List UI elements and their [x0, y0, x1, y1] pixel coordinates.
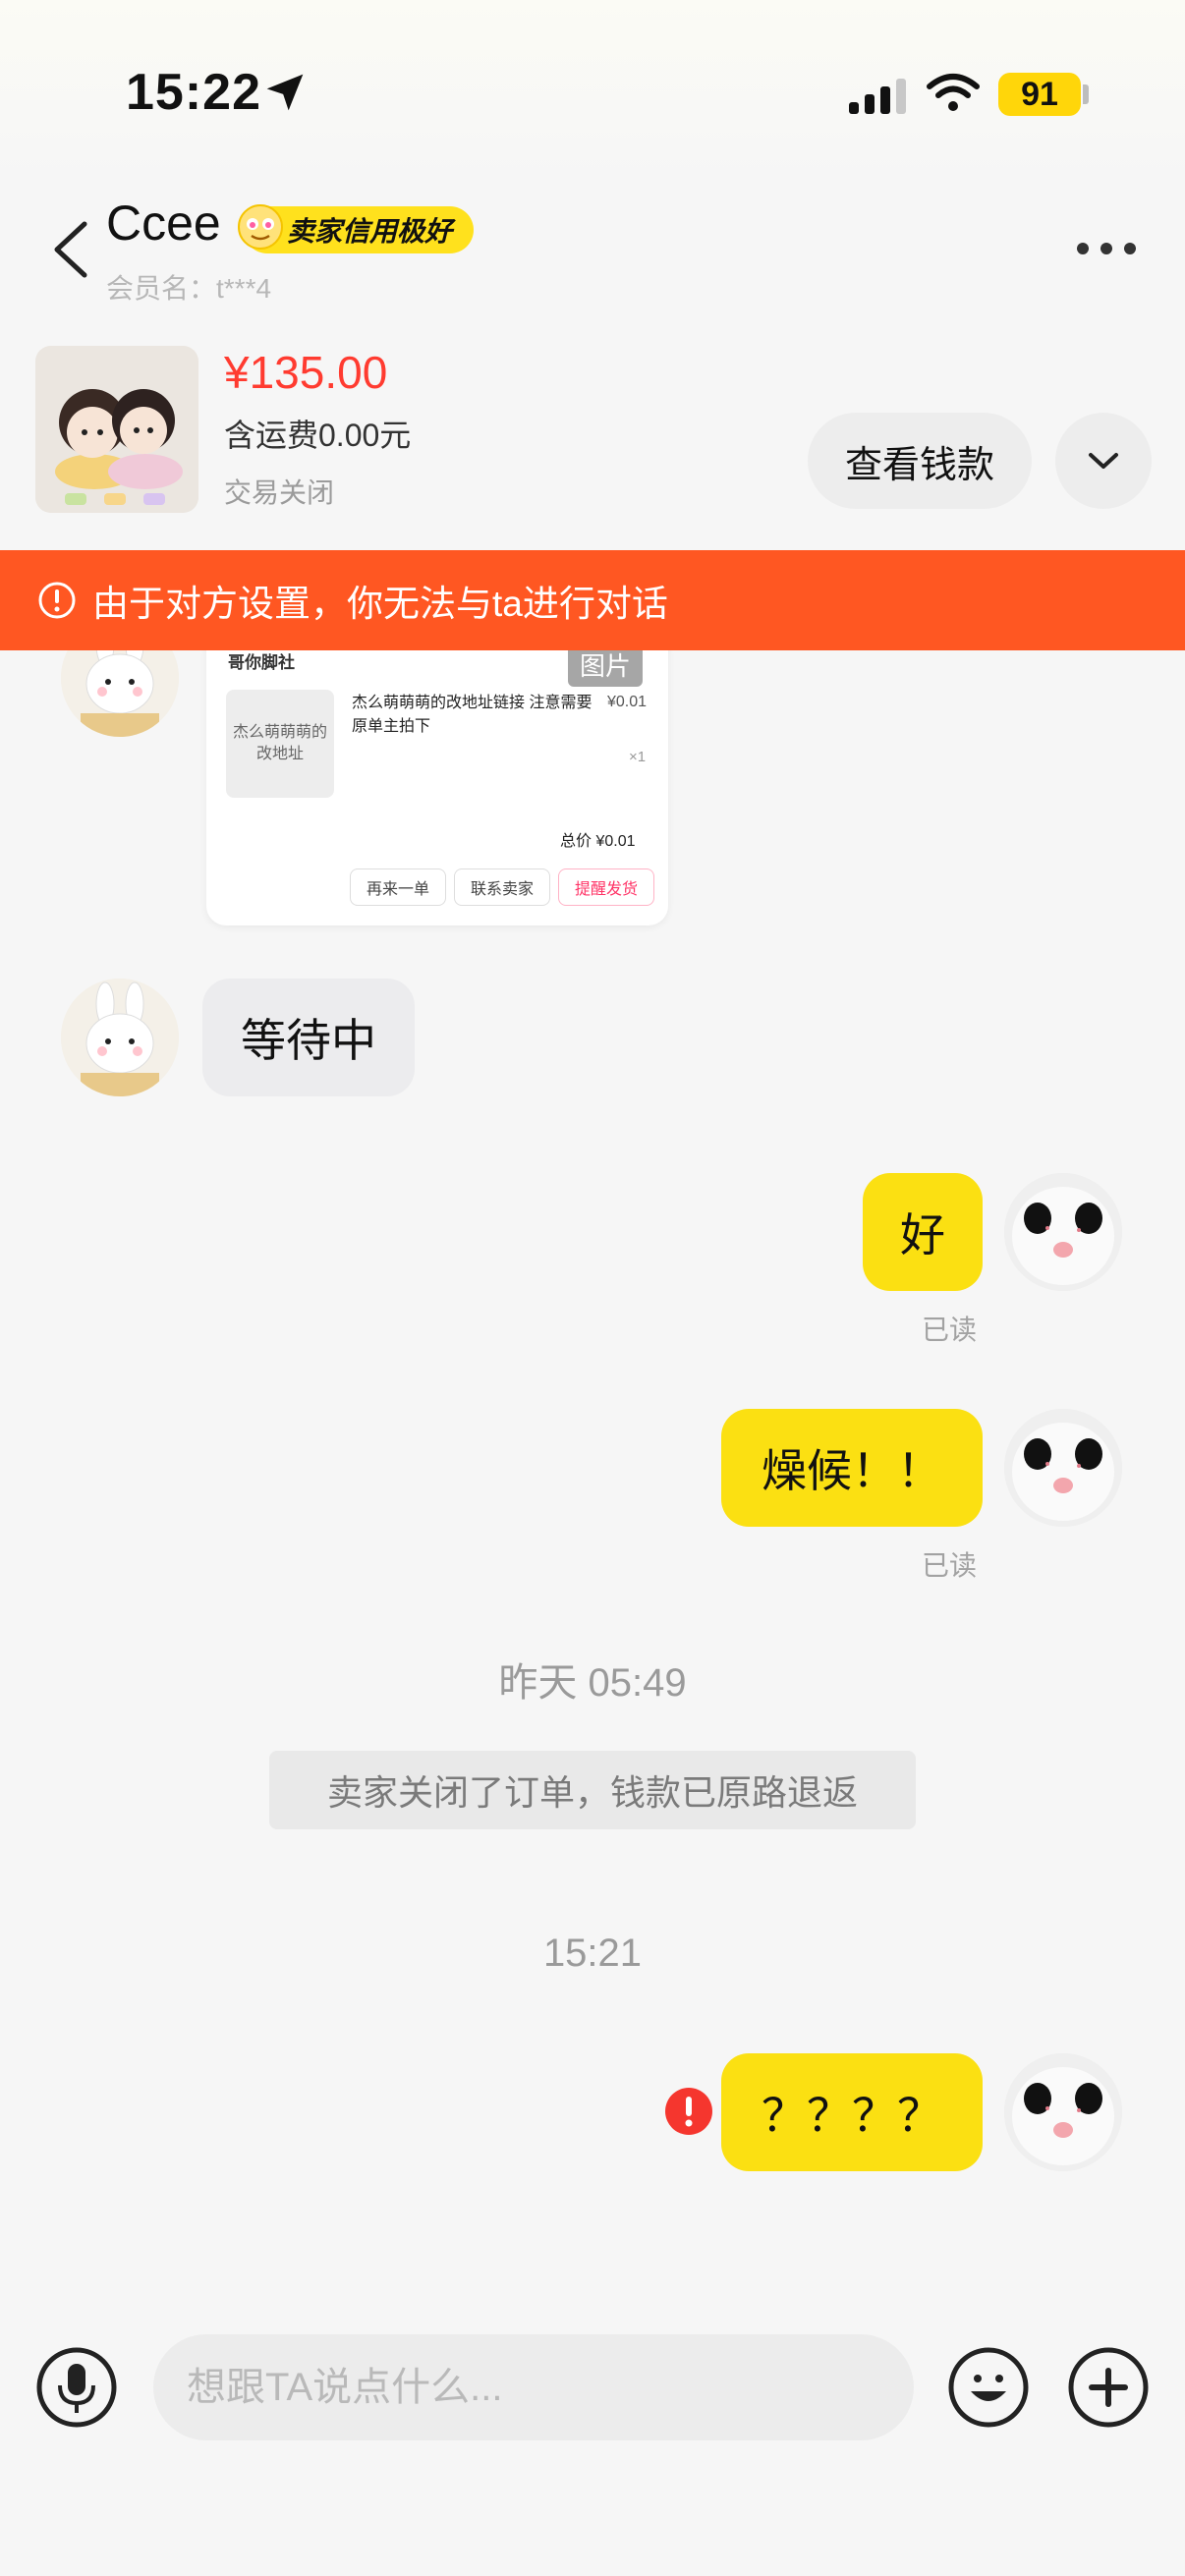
shared-shop-name: 哥你脚社: [228, 653, 295, 672]
credit-badge-label: 卖家信用极好: [287, 216, 453, 247]
shared-reorder-button: 再来一单: [350, 868, 446, 906]
battery-nub: [1083, 84, 1089, 104]
view-money-button[interactable]: 查看钱款: [808, 413, 1032, 509]
alert-circle-icon: [38, 582, 76, 619]
outgoing-message-bubble[interactable]: 好: [863, 1173, 983, 1291]
my-avatar[interactable]: [1004, 1173, 1122, 1291]
chevron-down-icon: [1089, 453, 1118, 469]
read-receipt: 已读: [922, 1315, 978, 1345]
shared-item-thumb: 杰么萌萌萌的改地址: [226, 690, 334, 798]
timestamp: 15:21: [542, 1932, 643, 1975]
read-receipt: 已读: [922, 1550, 978, 1581]
location-arrow-icon: [266, 74, 304, 111]
cat-avatar-image: [1004, 1409, 1122, 1527]
back-button[interactable]: [47, 218, 94, 281]
wifi-icon: [927, 74, 980, 111]
contact-name[interactable]: Ccee: [106, 195, 221, 252]
incoming-message-bubble[interactable]: 等待中: [202, 979, 415, 1096]
member-name: 会员名：t***4: [106, 273, 272, 304]
outgoing-message-bubble[interactable]: 燥候！！: [721, 1409, 983, 1527]
shared-order-screenshot[interactable]: 哥你脚社 图片 杰么萌萌萌的改地址 杰么萌萌萌的改地址链接 注意需要原单主拍下 …: [206, 629, 668, 925]
plush-dolls-image: [35, 346, 198, 513]
smile-emoji-icon: [238, 204, 283, 250]
outgoing-message-bubble[interactable]: ？？？？: [721, 2053, 983, 2171]
cat-avatar-image: [1004, 1173, 1122, 1291]
status-time: 15:22: [126, 64, 261, 121]
add-attachment-button[interactable]: [1067, 2346, 1150, 2429]
cat-avatar-image: [1004, 2053, 1122, 2171]
shared-total: 总价 ¥0.01: [560, 833, 636, 850]
emoji-button[interactable]: [947, 2346, 1030, 2429]
voice-input-button[interactable]: [35, 2346, 118, 2429]
product-price: ¥135.00: [224, 347, 388, 398]
system-message: 卖家关闭了订单，钱款已原路退返: [269, 1751, 916, 1829]
my-avatar[interactable]: [1004, 2053, 1122, 2171]
product-image[interactable]: [35, 346, 198, 513]
order-status: 交易关闭: [224, 477, 335, 508]
message-input[interactable]: [153, 2334, 914, 2440]
my-avatar[interactable]: [1004, 1409, 1122, 1527]
cellular-signal-icon: [849, 79, 906, 114]
shared-item-price: ¥0.01: [607, 694, 648, 710]
shipping-info: 含运费0.00元: [224, 418, 412, 453]
expand-button[interactable]: [1055, 413, 1152, 509]
shared-item-qty: ×1: [629, 749, 647, 765]
warning-text: 由于对方设置，你无法与ta进行对话: [92, 584, 668, 624]
battery-level: 91: [998, 73, 1081, 116]
shared-remind-button: 提醒发货: [558, 868, 654, 906]
warning-banner: 由于对方设置，你无法与ta进行对话: [0, 550, 1185, 650]
send-failed-icon[interactable]: [664, 2087, 713, 2136]
contact-avatar[interactable]: [61, 979, 179, 1096]
timestamp: 昨天 05:49: [498, 1661, 687, 1705]
more-options-icon[interactable]: [1075, 240, 1138, 257]
bunny-avatar-image: [61, 979, 179, 1096]
shared-item-desc: 杰么萌萌萌的改地址链接 注意需要原单主拍下: [352, 695, 592, 735]
shared-contact-button: 联系卖家: [454, 868, 550, 906]
